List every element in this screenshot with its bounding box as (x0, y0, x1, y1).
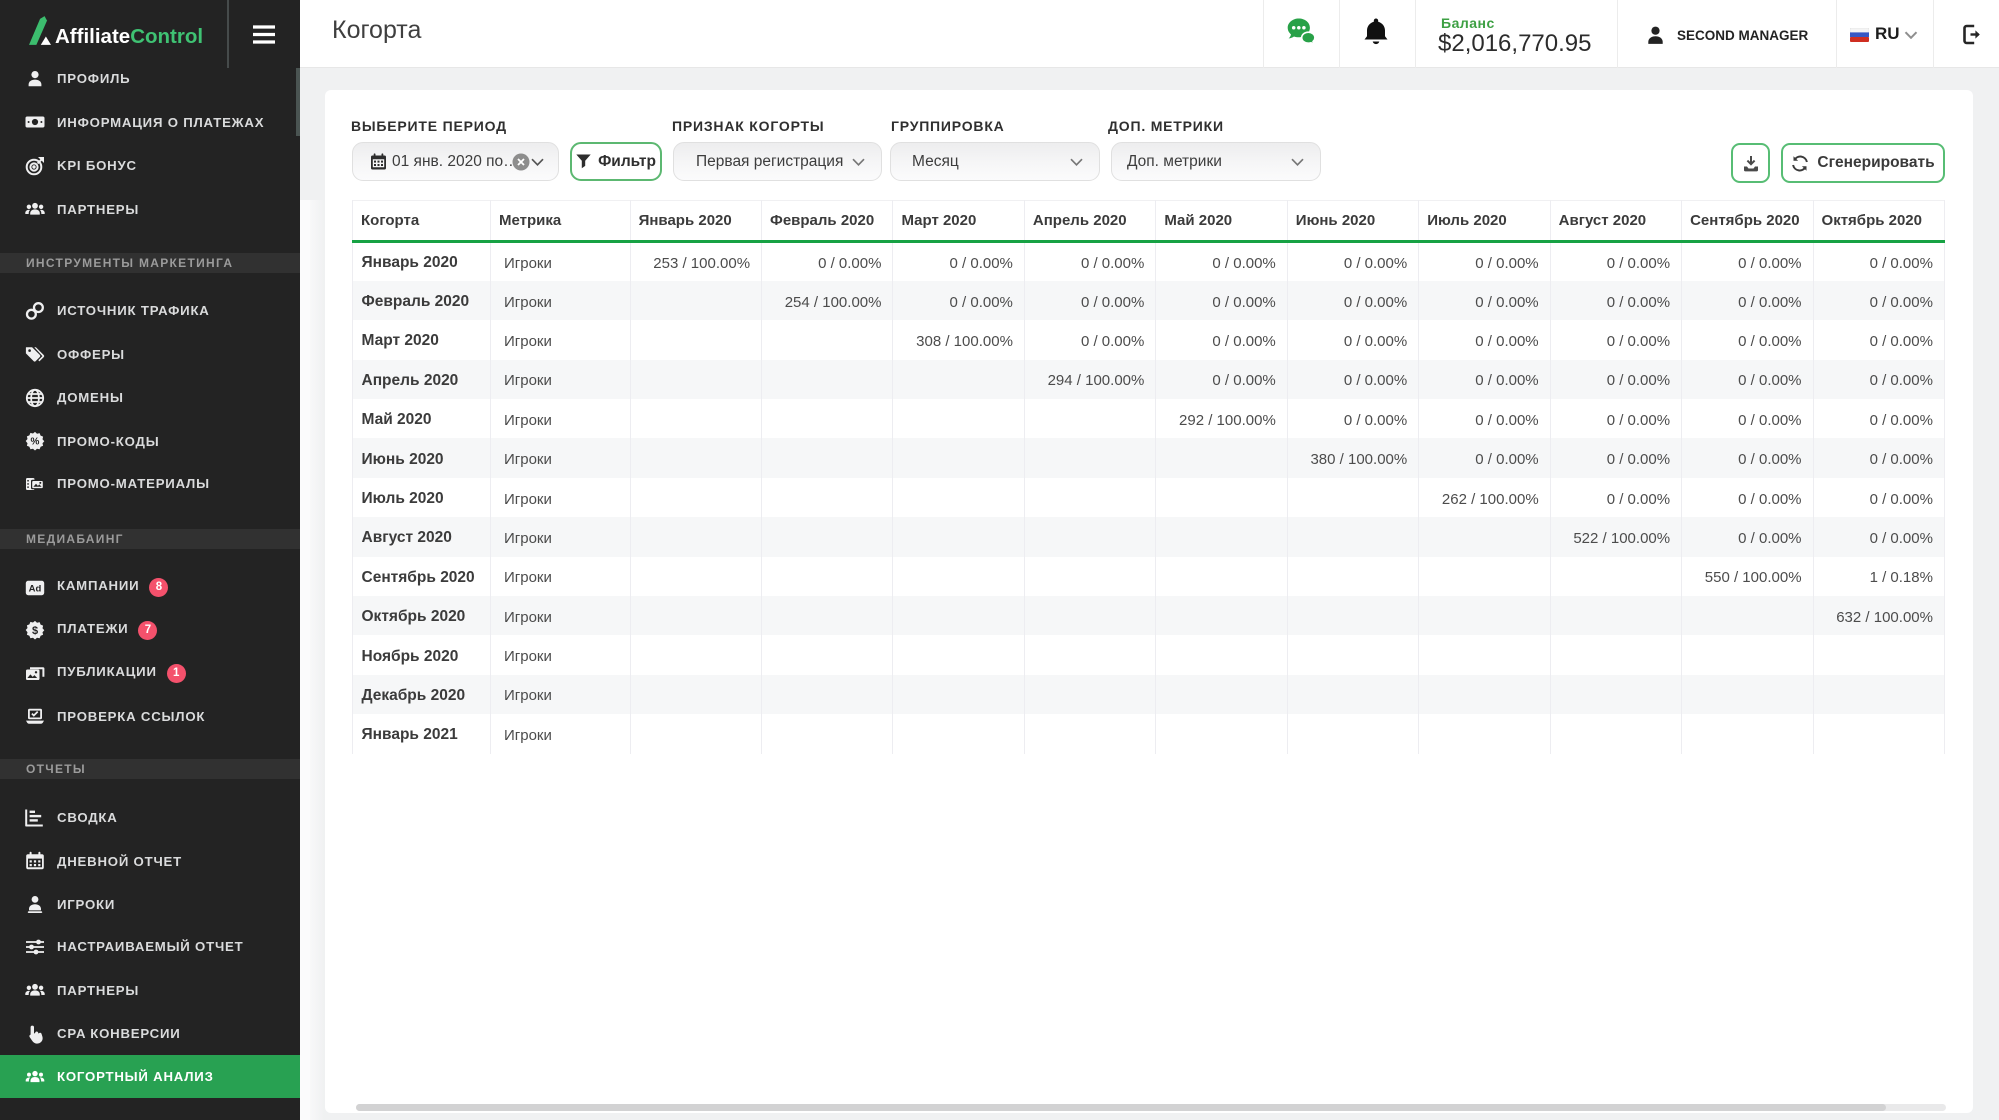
svg-text:Ad: Ad (29, 583, 42, 594)
svg-text:$: $ (32, 625, 38, 637)
svg-text:%: % (31, 437, 40, 448)
